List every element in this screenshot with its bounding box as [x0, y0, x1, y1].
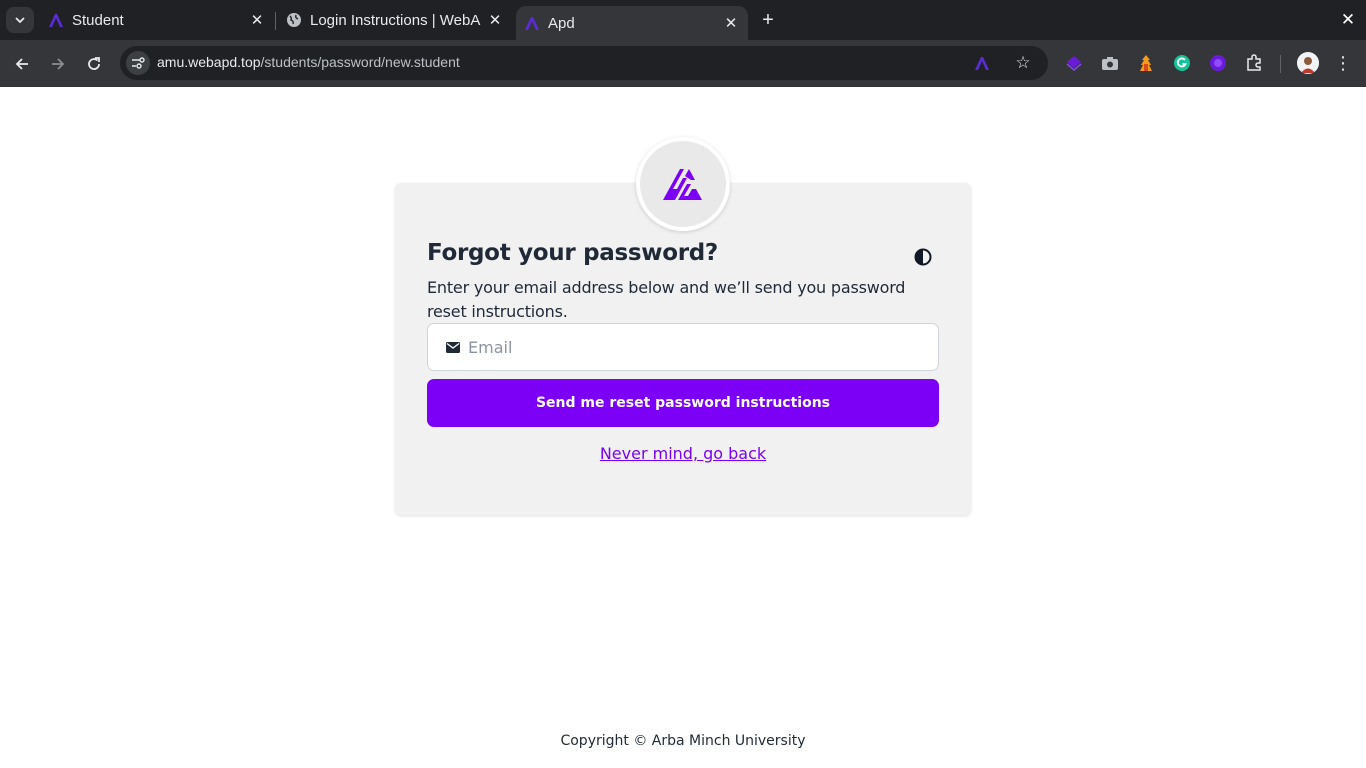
arrow-right-icon	[52, 58, 65, 70]
url-path: /students/password/new.student	[260, 54, 460, 70]
tab-divider	[275, 12, 276, 30]
new-tab-button[interactable]: +	[756, 9, 780, 31]
apd-logo-icon	[48, 12, 64, 28]
toolbar-divider	[1280, 55, 1281, 73]
apd-extension-icon[interactable]	[972, 53, 992, 73]
reload-icon	[88, 57, 100, 70]
apd-logo-icon	[524, 15, 540, 31]
window-close-button[interactable]: ✕	[1336, 9, 1360, 31]
tab-login-instructions[interactable]: Login Instructions | WebA ✕	[278, 0, 512, 40]
site-info-icon[interactable]	[126, 51, 150, 75]
arrow-left-icon	[15, 58, 28, 70]
go-back-link[interactable]: Never mind, go back	[427, 444, 939, 463]
back-button[interactable]	[8, 50, 36, 78]
globe-icon	[286, 12, 302, 28]
email-field[interactable]	[427, 323, 939, 371]
contrast-icon	[914, 248, 932, 266]
tab-apd[interactable]: Apd ✕	[516, 6, 748, 40]
chevron-down-icon	[15, 17, 25, 24]
url-host: amu.webapd.top	[157, 54, 261, 70]
theme-toggle-button[interactable]	[912, 246, 934, 268]
purple-extension-icon[interactable]	[1207, 52, 1229, 74]
kebab-menu-icon[interactable]: ⋮	[1333, 52, 1353, 74]
bookmark-star-icon[interactable]: ☆	[1013, 53, 1033, 73]
tab-title: Apd	[548, 14, 575, 32]
reload-button[interactable]	[80, 50, 108, 78]
browser-tab-bar: Student ✕ Login Instructions | WebA ✕ Ap…	[0, 0, 1366, 40]
forward-button[interactable]	[44, 50, 72, 78]
logo-badge	[636, 137, 730, 231]
extensions-puzzle-icon[interactable]	[1243, 52, 1265, 74]
page-description: Enter your email address below and we’ll…	[427, 278, 906, 321]
address-bar[interactable]: amu.webapd.top/students/password/new.stu…	[120, 46, 1048, 80]
tab-student[interactable]: Student ✕	[40, 0, 274, 40]
close-icon[interactable]: ✕	[486, 11, 504, 29]
page-title: Forgot your password?	[427, 240, 718, 266]
profile-avatar[interactable]	[1297, 52, 1319, 74]
apd-logo-icon	[663, 169, 702, 200]
close-icon[interactable]: ✕	[248, 11, 266, 29]
layers-extension-icon[interactable]	[1063, 52, 1085, 74]
envelope-icon	[445, 340, 461, 354]
tab-title: Login Instructions | WebA	[310, 11, 481, 29]
send-reset-instructions-button[interactable]: Send me reset password instructions	[427, 379, 939, 427]
url-text: amu.webapd.top/students/password/new.stu…	[157, 54, 460, 70]
puzzle-orange-extension-icon[interactable]	[1135, 52, 1157, 74]
tab-title: Student	[72, 11, 124, 29]
footer-copyright: Copyright © Arba Minch University	[560, 733, 806, 749]
grammarly-icon[interactable]	[1171, 52, 1193, 74]
browser-toolbar: amu.webapd.top/students/password/new.stu…	[0, 40, 1366, 87]
close-icon[interactable]: ✕	[722, 14, 740, 32]
camera-extension-icon[interactable]	[1099, 52, 1121, 74]
email-input[interactable]	[468, 325, 928, 369]
tab-search-button[interactable]	[6, 7, 34, 33]
